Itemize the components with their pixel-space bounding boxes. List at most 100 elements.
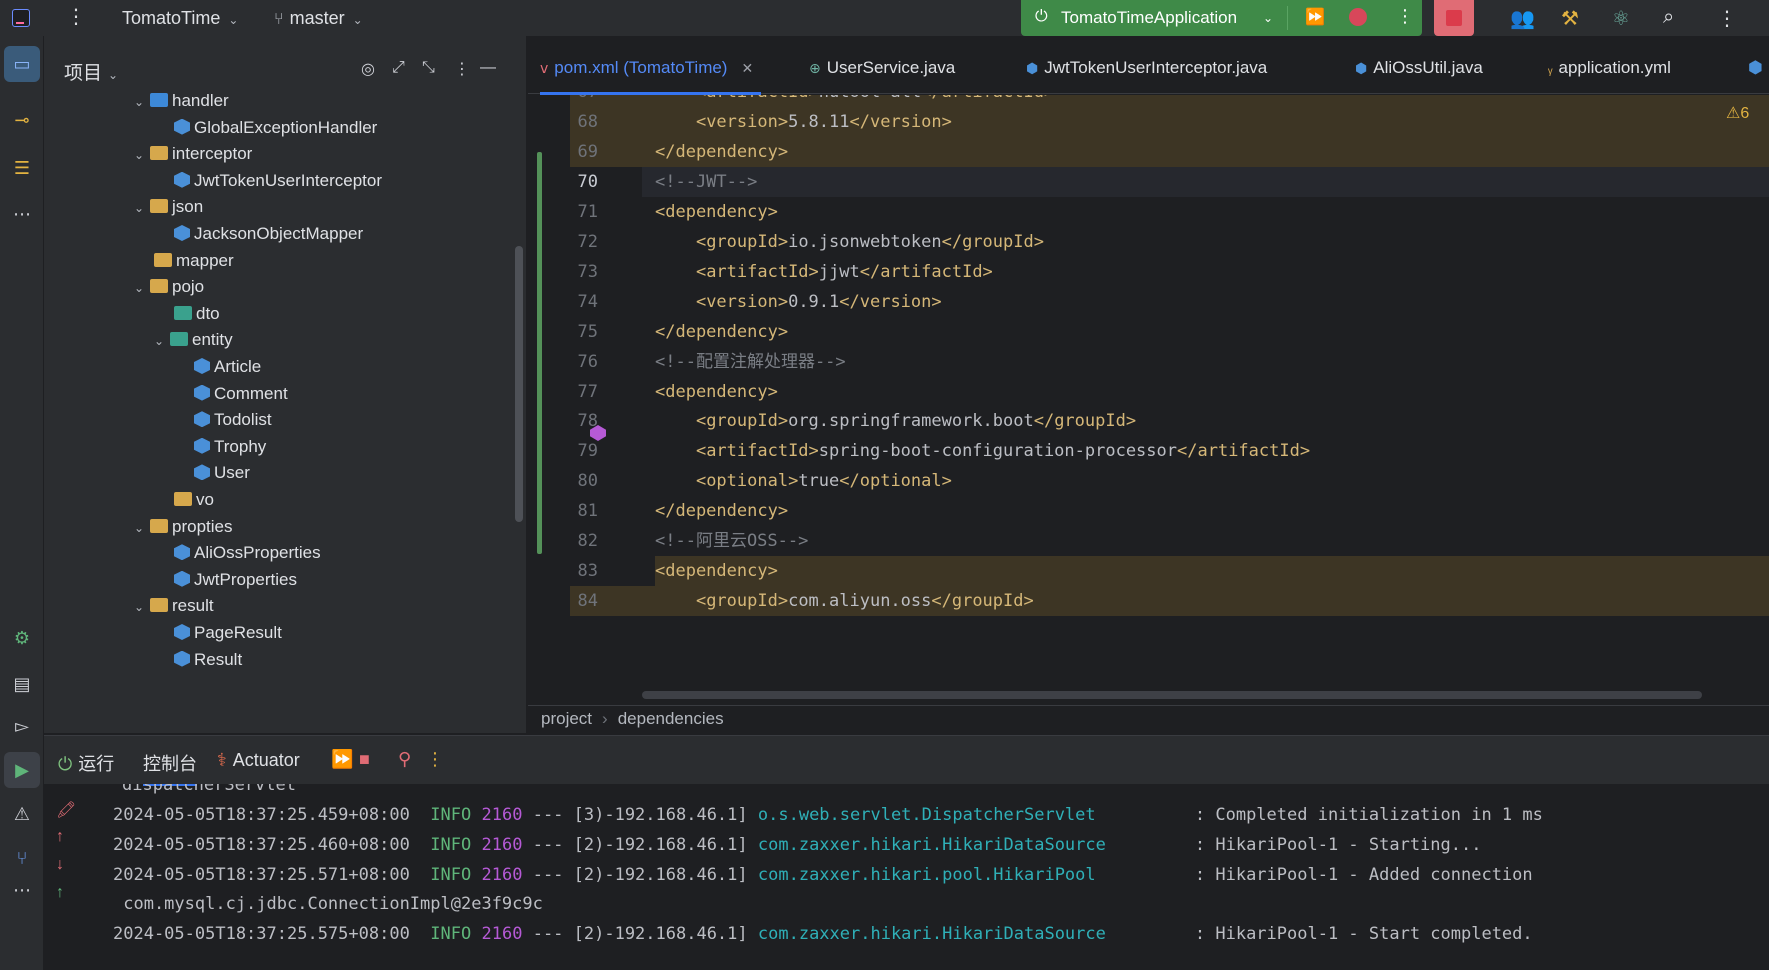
chevron-down-icon[interactable]: ⌄ <box>154 326 170 356</box>
git-tool-icon[interactable]: ⑂ <box>4 840 40 876</box>
tree-item[interactable]: ⌄ interceptor <box>134 139 252 169</box>
project-view-selector[interactable]: 项目 ⌄ <box>64 58 118 85</box>
more-options-icon[interactable]: ⋮ <box>426 749 444 770</box>
tab-userservice[interactable]: ⊕ UserService.java <box>809 58 955 78</box>
tree-item[interactable]: PageResult <box>174 618 282 648</box>
breadcrumb-item[interactable]: project <box>541 709 592 728</box>
tab-console[interactable]: 控制台 <box>143 750 197 786</box>
tree-item-label: json <box>172 197 204 217</box>
terminal-icon[interactable]: ▻ <box>4 708 40 744</box>
chevron-down-icon[interactable]: ⌄ <box>134 193 150 223</box>
log-pid: 2160 <box>481 864 523 885</box>
code-line: <version>0.9.1</version> <box>695 291 942 312</box>
project-panel-header: 项目 ⌄ ◎ ⤢ ⤡ ⋮ — <box>44 36 527 86</box>
options-icon[interactable]: ⋮ <box>454 59 470 79</box>
tree-item-label: Trophy <box>214 436 267 456</box>
chevron-down-icon[interactable]: ⌄ <box>134 513 150 543</box>
tree-item[interactable]: dto <box>174 299 220 329</box>
arrow-up-icon[interactable]: ↑ <box>56 828 64 846</box>
expand-all-icon[interactable]: ⤢ <box>392 59 405 77</box>
tab-label: application.yml <box>1558 58 1671 77</box>
code-line: <dependency> <box>655 201 778 222</box>
tree-item[interactable]: ⌄ propties <box>134 512 232 542</box>
log-logger: com.zaxxer.hikari.HikariDataSource <box>757 924 1106 945</box>
tree-item[interactable]: Todolist <box>194 405 272 435</box>
tree-item[interactable]: mapper <box>154 246 234 276</box>
tab-jwttokenuserinterceptor[interactable]: ⬢ JwtTokenUserInterceptor.java <box>1026 58 1267 78</box>
breadcrumb-item[interactable]: dependencies <box>618 709 724 728</box>
power-icon: ⏻ <box>1035 8 1048 25</box>
package-icon <box>174 305 192 320</box>
chevron-down-icon[interactable]: ⌄ <box>134 273 150 303</box>
tree-item[interactable]: Comment <box>194 379 288 409</box>
tab-run[interactable]: ⏻ 运行 <box>58 750 114 776</box>
tab-label: 控制台 <box>143 754 197 774</box>
rerun-icon[interactable]: ⏩ <box>331 749 353 770</box>
tab-overflow-icon[interactable]: ⬢ <box>1748 58 1763 78</box>
notifications-icon[interactable]: ⚠ <box>4 796 40 832</box>
tree-item[interactable]: GlobalExceptionHandler <box>174 113 377 143</box>
tree-item-label: vo <box>196 490 214 509</box>
code-with-me-icon[interactable]: 👥 <box>1510 6 1535 31</box>
chevron-down-icon[interactable]: ⌄ <box>134 140 150 170</box>
stop-button[interactable] <box>1434 0 1474 36</box>
tree-item[interactable]: JwtTokenUserInterceptor <box>174 166 382 196</box>
debug-attach-icon[interactable]: ⚲ <box>398 749 411 770</box>
tree-item[interactable]: ⌄ result <box>134 591 214 621</box>
run-tool-icon[interactable]: ▶ <box>4 752 40 788</box>
project-tool-icon[interactable]: ▭ <box>4 46 40 82</box>
collapse-all-icon[interactable]: ⤡ <box>422 59 435 77</box>
build-tools-icon[interactable]: ⚒ <box>1561 6 1579 31</box>
more-tools-icon[interactable]: ⋯ <box>4 196 40 232</box>
arrow-down-icon[interactable]: ↓ <box>56 856 64 874</box>
chevron-down-icon[interactable]: ⌄ <box>134 592 150 622</box>
tree-item[interactable]: vo <box>174 485 214 515</box>
more-tools-bottom-icon[interactable]: ⋯ <box>4 872 40 908</box>
tab-actuator[interactable]: ⚕ Actuator <box>217 750 300 771</box>
rerun-icon[interactable]: ⏩ <box>1305 7 1325 27</box>
settings-menu-icon[interactable]: ⋮ <box>1717 6 1737 31</box>
console-output[interactable]: 🖍 ↑ ↓ ↑ dispatcherServlet' 2024-05-05T18… <box>44 784 1769 970</box>
structure-tool-icon[interactable]: ☰ <box>4 150 40 186</box>
tree-item[interactable]: User <box>194 458 250 488</box>
search-icon[interactable]: ⌕ <box>1663 6 1674 29</box>
run-configuration-widget[interactable]: ⏻ TomatoTimeApplication ⌄ ⏩ ⋮ <box>1021 0 1422 36</box>
inspection-warnings-badge[interactable]: ⚠6 <box>1726 103 1749 123</box>
more-actions-icon[interactable]: ⋮ <box>1396 6 1414 27</box>
ai-assistant-icon[interactable]: ⚛ <box>1612 6 1630 31</box>
chevron-down-icon: ⌄ <box>228 13 239 27</box>
tree-item[interactable]: AliOssProperties <box>174 538 321 568</box>
clear-console-icon[interactable]: 🖍 <box>56 800 76 820</box>
project-tree-scrollbar[interactable] <box>515 246 523 522</box>
stop-icon[interactable]: ■ <box>359 749 370 770</box>
tree-item[interactable]: Result <box>174 645 242 675</box>
tree-item[interactable]: Article <box>194 352 261 382</box>
scroll-to-top-icon[interactable]: ↑ <box>56 884 64 902</box>
tree-item[interactable]: ⌄ json <box>134 192 204 222</box>
ide-logo-icon[interactable] <box>12 9 30 27</box>
tab-alioss-util[interactable]: ⬢ AliOssUtil.java <box>1355 58 1483 78</box>
code-editor[interactable]: ⚠6 67 <artifactId>hutool-all</artifactId… <box>528 95 1769 705</box>
editor-horizontal-scrollbar[interactable] <box>642 691 1702 699</box>
tree-item[interactable]: Trophy <box>194 432 266 462</box>
main-menu-icon[interactable]: ⋮ <box>66 6 86 28</box>
tree-item[interactable]: JacksonObjectMapper <box>174 219 363 249</box>
tree-item[interactable]: JwtProperties <box>174 565 297 595</box>
branch-selector[interactable]: ⑂ master ⌄ <box>274 8 363 29</box>
tab-pom-xml[interactable]: ⅴ pom.xml (TomatoTime) ✕ <box>540 58 753 78</box>
tree-item[interactable]: ⌄ pojo <box>134 272 204 302</box>
chevron-down-icon[interactable]: ⌄ <box>134 92 150 117</box>
debug-icon[interactable] <box>1349 8 1367 26</box>
commit-tool-icon[interactable]: ⊸ <box>4 102 40 138</box>
tree-item-label: Result <box>194 649 243 669</box>
locate-file-icon[interactable]: ◎ <box>361 59 375 79</box>
tree-item[interactable]: ⌄ entity <box>154 325 233 355</box>
services-gear-icon[interactable]: ⚙ <box>4 620 40 656</box>
tab-application-yml[interactable]: ᵧ application.yml <box>1548 58 1671 78</box>
divider <box>1287 6 1288 30</box>
hide-panel-icon[interactable]: — <box>480 59 496 77</box>
folder-icon <box>150 146 168 161</box>
database-icon[interactable]: ▤ <box>4 666 40 702</box>
close-icon[interactable]: ✕ <box>741 60 753 76</box>
project-selector[interactable]: TomatoTime ⌄ <box>122 8 238 29</box>
